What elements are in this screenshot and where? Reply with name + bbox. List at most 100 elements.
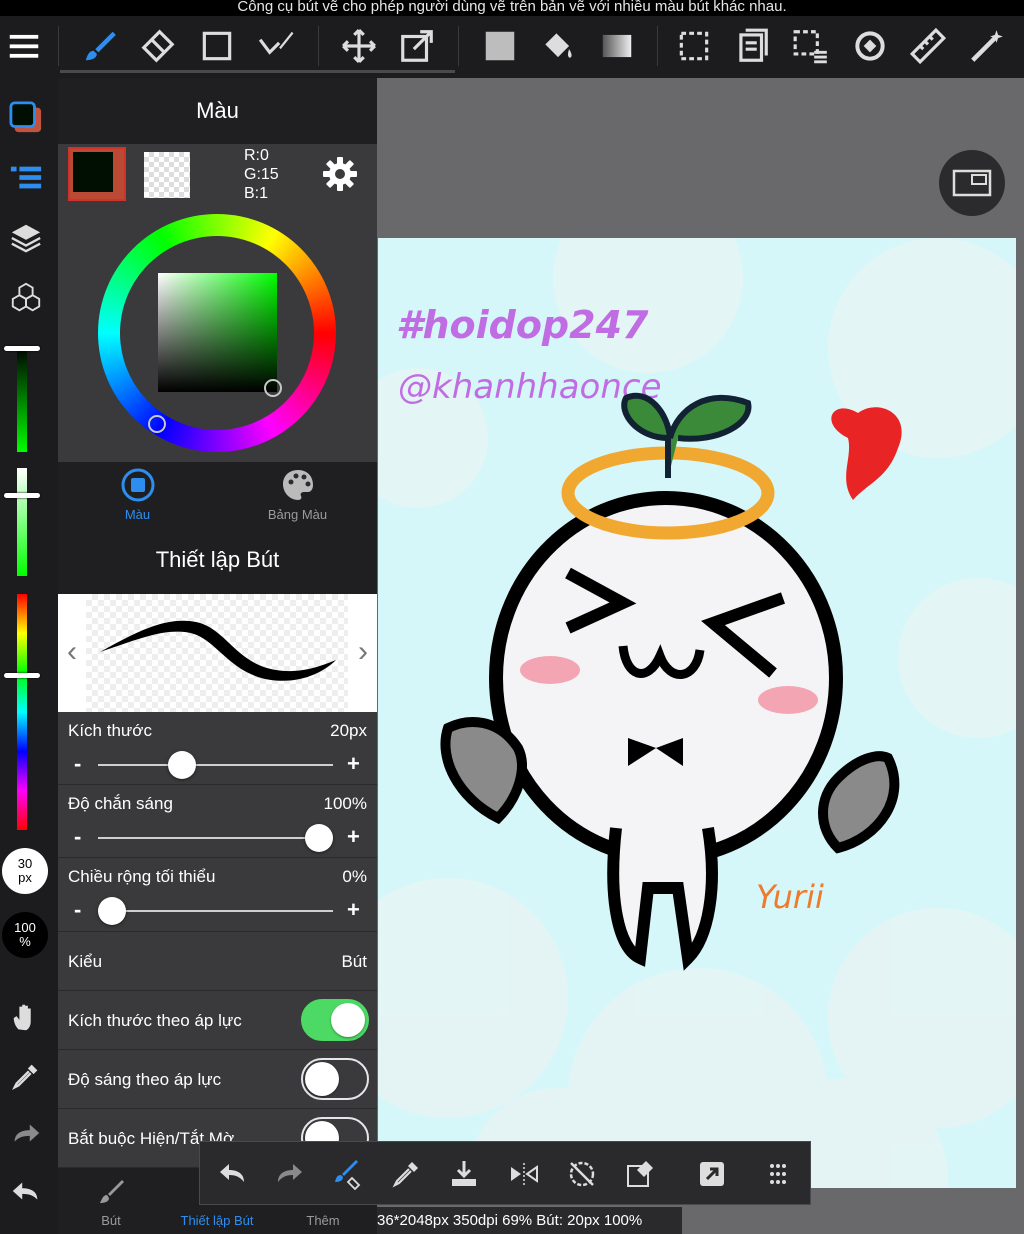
hand-icon[interactable]: [4, 996, 48, 1040]
toolbar-divider: [657, 26, 658, 66]
vector-pen-icon[interactable]: [252, 22, 300, 70]
select-icon[interactable]: [670, 22, 718, 70]
share-icon[interactable]: [690, 1152, 734, 1196]
size-minus-button[interactable]: -: [74, 753, 81, 775]
opacity-unit: %: [19, 934, 31, 949]
hue-slider[interactable]: [4, 594, 40, 830]
size-slider-knob[interactable]: [168, 751, 197, 779]
view-toggle-button[interactable]: [939, 150, 1005, 216]
prev-brush-arrow[interactable]: ‹: [60, 634, 84, 670]
opacity-plus-button[interactable]: +: [347, 826, 360, 848]
magic-wand-icon[interactable]: [963, 22, 1011, 70]
more-grid-icon[interactable]: [756, 1152, 800, 1196]
min-width-value: 0%: [342, 867, 367, 886]
min-width-slider-knob[interactable]: [98, 897, 126, 925]
download-icon[interactable]: [442, 1152, 486, 1196]
main-color-swatch[interactable]: [68, 147, 126, 201]
pressure-size-toggle[interactable]: [301, 999, 369, 1041]
tab-palette[interactable]: Bảng Màu: [218, 462, 377, 526]
pressure-size-row: Kích thước theo áp lực: [58, 991, 377, 1050]
eyedropper-icon[interactable]: [4, 1054, 48, 1098]
copy-icon[interactable]: [728, 22, 776, 70]
fill-color-icon[interactable]: [476, 22, 524, 70]
brightness-slider-knob[interactable]: [4, 346, 40, 351]
undo-icon[interactable]: [210, 1152, 254, 1196]
sv-picker-knob[interactable]: [264, 379, 282, 397]
eraser-icon[interactable]: [134, 22, 182, 70]
left-toolbar: 30 px 100 %: [0, 78, 58, 1234]
pressure-opacity-toggle[interactable]: [301, 1058, 369, 1100]
layers-icon[interactable]: [4, 216, 48, 260]
pressure-opacity-label: Độ sáng theo áp lực: [68, 1070, 222, 1089]
saturation-slider-knob[interactable]: [4, 492, 40, 498]
rgb-r: R:0: [244, 147, 269, 164]
color-tabs: Màu Bảng Màu: [58, 462, 377, 526]
opacity-setting-value: 100%: [323, 794, 367, 813]
window-icon: [952, 169, 992, 197]
brush-size-unit: px: [18, 870, 32, 885]
color-swatch-icon[interactable]: [4, 96, 48, 140]
gear-icon[interactable]: [320, 154, 360, 194]
hue-picker-knob[interactable]: [148, 415, 166, 433]
brightness-slider[interactable]: [4, 346, 40, 452]
drawing-canvas[interactable]: #hoidop247 @khanhhaonce Yurii: [378, 238, 1016, 1188]
rectangle-icon[interactable]: [193, 22, 241, 70]
canvas-area[interactable]: #hoidop247 @khanhhaonce Yurii: [377, 78, 1024, 1234]
brush-icon[interactable]: [76, 22, 124, 70]
side-panel: Màu R:0 G:15 B:1 Màu Bảng Màu Thiết lập …: [58, 78, 377, 1234]
opacity-button[interactable]: 100 %: [2, 912, 48, 958]
tab-more-label: Thêm: [306, 1213, 340, 1228]
opacity-value: 100: [14, 920, 36, 935]
tab-palette-label: Bảng Màu: [267, 506, 328, 522]
tab-color[interactable]: Màu: [58, 462, 217, 526]
tab-brush-label: Bút: [101, 1213, 121, 1228]
brush-list-icon[interactable]: [4, 156, 48, 200]
bucket-icon[interactable]: [534, 22, 582, 70]
gradient-icon[interactable]: [593, 22, 641, 70]
color-wheel-area: [58, 204, 377, 462]
brush-tab-icon: [100, 1180, 124, 1203]
select-pen-icon[interactable]: [787, 22, 835, 70]
transform-icon[interactable]: [393, 22, 441, 70]
opacity-setting-row: Độ chắn sáng 100% - +: [58, 785, 377, 858]
opacity-slider[interactable]: [98, 824, 333, 852]
redo-icon[interactable]: [4, 1112, 48, 1156]
brush-with-eraser-icon[interactable]: [326, 1152, 370, 1196]
rgb-g: G:15: [244, 166, 279, 183]
undo-icon[interactable]: [4, 1170, 48, 1214]
opacity-minus-button[interactable]: -: [74, 826, 81, 848]
min-width-minus-button[interactable]: -: [74, 899, 81, 921]
brush-preview: ‹ ›: [58, 594, 377, 712]
min-width-plus-button[interactable]: +: [347, 899, 360, 921]
ruler-icon[interactable]: [904, 22, 952, 70]
next-brush-arrow[interactable]: ›: [351, 634, 375, 670]
caption-bar: Công cụ bút vẽ cho phép người dùng vẽ tr…: [0, 0, 1024, 16]
saturation-value-square[interactable]: [158, 273, 277, 392]
materials-icon[interactable]: [4, 276, 48, 320]
pressure-size-label: Kích thước theo áp lực: [68, 1011, 242, 1030]
brush-type-value: Bút: [341, 952, 367, 971]
brush-type-row[interactable]: Kiểu Bút: [58, 932, 377, 991]
eyedropper-icon[interactable]: [384, 1152, 428, 1196]
toolbar-divider: [458, 26, 459, 66]
move-icon[interactable]: [335, 22, 383, 70]
flip-icon[interactable]: [502, 1152, 546, 1196]
color-panel-title: Màu: [58, 78, 377, 144]
min-width-slider[interactable]: [98, 897, 333, 925]
tab-brush[interactable]: Bút: [58, 1168, 164, 1234]
transparent-color-swatch[interactable]: [144, 152, 190, 198]
size-plus-button[interactable]: +: [347, 753, 360, 775]
hue-slider-knob[interactable]: [4, 672, 40, 678]
clear-layer-icon[interactable]: [618, 1152, 662, 1196]
size-setting-row: Kích thước 20px - +: [58, 712, 377, 785]
rotate-icon[interactable]: [846, 22, 894, 70]
menu-icon[interactable]: [0, 22, 48, 70]
redo-icon[interactable]: [268, 1152, 312, 1196]
rotate-reset-icon[interactable]: [560, 1152, 604, 1196]
brush-size-button[interactable]: 30 px: [2, 848, 48, 894]
size-label: Kích thước: [68, 721, 152, 740]
saturation-slider[interactable]: [4, 468, 40, 576]
size-value: 20px: [330, 721, 367, 740]
opacity-slider-knob[interactable]: [305, 824, 333, 852]
size-slider[interactable]: [98, 751, 333, 779]
